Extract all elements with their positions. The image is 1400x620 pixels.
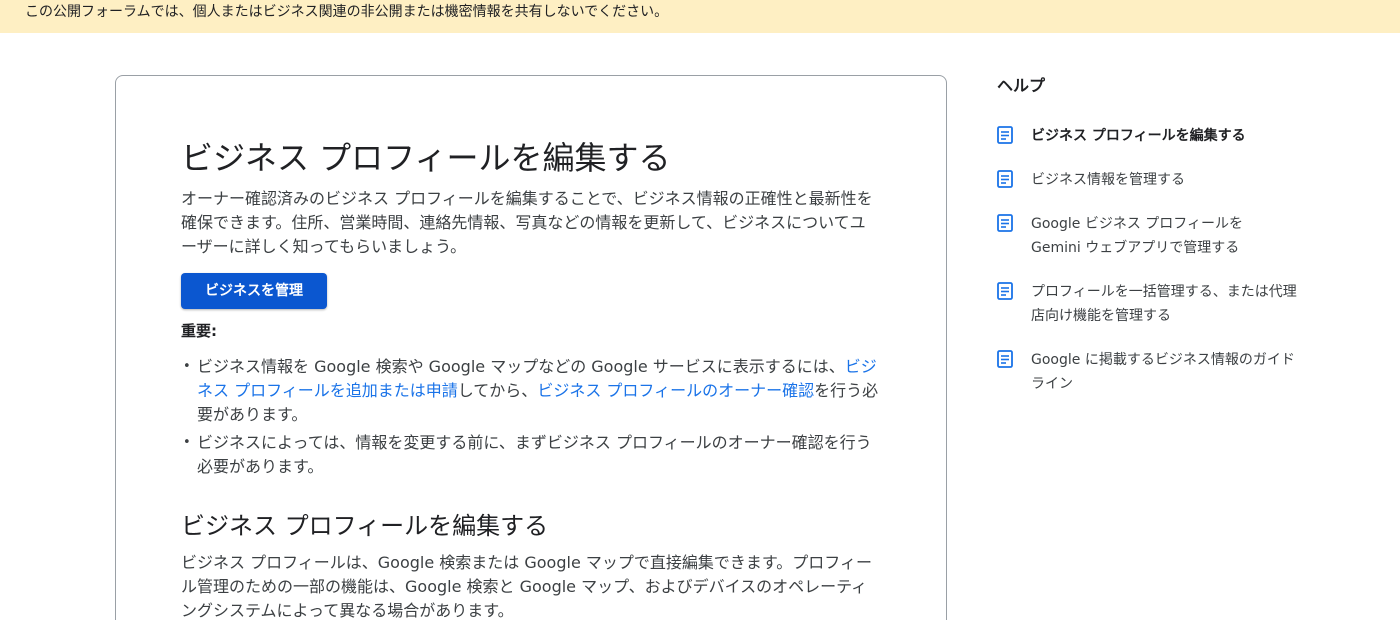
bullet1-before: ビジネス情報を Google 検索や Google マップなどの Google … — [197, 357, 845, 376]
privacy-banner-text: この公開フォーラムでは、個人またはビジネス関連の非公開または機密情報を共有しない… — [25, 4, 669, 20]
article-card: ビジネス プロフィールを編集する オーナー確認済みのビジネス プロフィールを編集… — [115, 75, 947, 620]
document-icon — [997, 282, 1013, 300]
important-label: 重要: — [181, 322, 217, 340]
page-title: ビジネス プロフィールを編集する — [181, 139, 671, 177]
section-heading: ビジネス プロフィールを編集する — [181, 512, 549, 540]
intro-paragraph: オーナー確認済みのビジネス プロフィールを編集することで、ビジネス情報の正確性と… — [181, 189, 873, 256]
sidebar-item-gemini[interactable]: Google ビジネス プロフィールを Gemini ウェブアプリで管理する — [997, 212, 1297, 260]
sidebar-item-manage-info[interactable]: ビジネス情報を管理する — [997, 168, 1297, 192]
sidebar-item-label: Google ビジネス プロフィールを Gemini ウェブアプリで管理する — [1031, 216, 1243, 256]
sidebar-item-label: Google に掲載するビジネス情報のガイドライン — [1031, 352, 1295, 392]
document-icon — [997, 170, 1013, 188]
document-icon — [997, 126, 1013, 144]
sidebar-item-edit-profile[interactable]: ビジネス プロフィールを編集する — [997, 124, 1297, 148]
sidebar-item-label: ビジネス プロフィールを編集する — [1031, 128, 1246, 144]
list-item: ビジネスによっては、情報を変更する前に、まずビジネス プロフィールのオーナー確認… — [181, 431, 881, 479]
important-list: ビジネス情報を Google 検索や Google マップなどの Google … — [181, 355, 881, 483]
sidebar-item-label: ビジネス情報を管理する — [1031, 172, 1185, 188]
sidebar-title: ヘルプ — [997, 76, 1046, 95]
privacy-banner: この公開フォーラムでは、個人またはビジネス関連の非公開または機密情報を共有しない… — [0, 0, 1400, 33]
help-sidebar: ビジネス プロフィールを編集する ビジネス情報を管理する Google ビジネス… — [997, 124, 1297, 396]
sidebar-item-guidelines[interactable]: Google に掲載するビジネス情報のガイドライン — [997, 348, 1297, 396]
bullet1-middle: してから、 — [457, 381, 538, 400]
list-item: ビジネス情報を Google 検索や Google マップなどの Google … — [181, 355, 881, 427]
sidebar-item-label: プロフィールを一括管理する、または代理店向け機能を管理する — [1031, 284, 1297, 324]
sidebar-item-bulk-manage[interactable]: プロフィールを一括管理する、または代理店向け機能を管理する — [997, 280, 1297, 328]
verify-profile-link[interactable]: ビジネス プロフィールのオーナー確認 — [537, 381, 814, 400]
section-paragraph: ビジネス プロフィールは、Google 検索または Google マップで直接編… — [181, 553, 872, 620]
document-icon — [997, 214, 1013, 232]
manage-business-button[interactable]: ビジネスを管理 — [181, 273, 327, 309]
document-icon — [997, 350, 1013, 368]
